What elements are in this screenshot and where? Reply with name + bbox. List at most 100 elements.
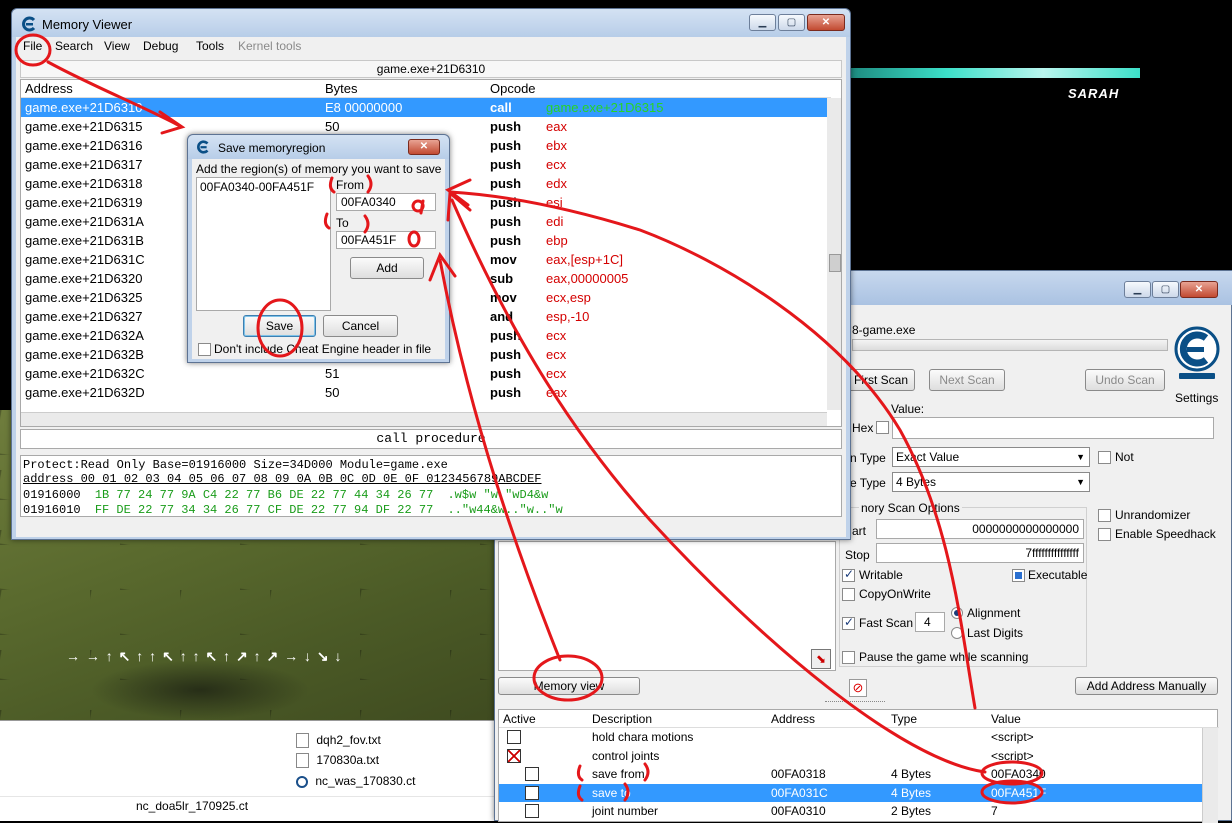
explorer-file-row[interactable]: 170830a.txt (296, 753, 379, 771)
hex-row[interactable]: 01916010 FF DE 22 77 34 34 26 77 CF DE 2… (23, 503, 563, 516)
stop-icon[interactable]: ⊘ (849, 679, 867, 697)
scan-type-label: n Type (850, 451, 886, 465)
disassembler-vscroll[interactable] (827, 98, 841, 410)
explorer-file-row[interactable]: nc_was_170830.ct (296, 774, 415, 792)
next-scan-button[interactable]: Next Scan (929, 369, 1005, 391)
add-address-manually-button[interactable]: Add Address Manually (1075, 677, 1218, 695)
alignment-radio[interactable] (951, 607, 963, 619)
col-address[interactable]: Address (25, 80, 73, 98)
last-digits-radio[interactable] (951, 627, 963, 639)
value-label: Value: (891, 402, 925, 416)
address-table-row[interactable]: save to 00FA031C 4 Bytes 00FA451F (499, 783, 1202, 802)
col-description[interactable]: Description (592, 710, 652, 728)
mv-minimize-button[interactable]: ▁ (749, 14, 776, 31)
not-label: Not (1115, 450, 1134, 464)
to-input[interactable]: 00FA451F (336, 231, 436, 249)
from-input[interactable]: 00FA0340 (336, 193, 436, 211)
fast-scan-checkbox[interactable] (842, 615, 855, 630)
dialog-instruction: Add the region(s) of memory you want to … (196, 162, 442, 176)
row-operand: ebp (546, 233, 568, 248)
region-list-item[interactable]: 00FA0340-00FA451F (200, 180, 314, 194)
mv-close-button[interactable]: ✕ (807, 14, 845, 31)
mv-maximize-button[interactable]: ▢ (778, 14, 805, 31)
active-checkbox[interactable] (507, 730, 521, 744)
address-table-row[interactable]: hold chara motions <script> (499, 728, 1202, 746)
cheat-engine-logo-icon[interactable] (1173, 321, 1221, 387)
address-table-row[interactable]: joint number 00FA0310 2 Bytes 7 (499, 802, 1202, 820)
start-address-input[interactable]: 0000000000000000 (876, 519, 1084, 539)
dialog-title: Save memoryregion (218, 141, 326, 155)
row-operand: edx (546, 176, 567, 191)
undo-scan-button[interactable]: Undo Scan (1085, 369, 1165, 391)
menu-debug[interactable]: Debug (143, 39, 178, 53)
menu-tools[interactable]: Tools (196, 39, 224, 53)
executable-checkbox[interactable] (1012, 569, 1025, 582)
col-active[interactable]: Active (503, 710, 536, 728)
region-list[interactable]: 00FA0340-00FA451F (196, 177, 331, 311)
scroll-thumb[interactable] (829, 254, 841, 272)
row-address: 00FA0310 (771, 804, 826, 818)
active-checkbox[interactable] (525, 804, 539, 818)
splitter[interactable] (825, 701, 885, 705)
menu-kernel-tools[interactable]: Kernel tools (238, 39, 301, 53)
address-table-row[interactable]: save from 00FA0318 4 Bytes 00FA0340 (499, 765, 1202, 783)
value-input[interactable] (892, 417, 1214, 439)
not-checkbox[interactable] (1098, 451, 1111, 464)
first-scan-button[interactable]: First Scan (847, 369, 915, 391)
ce-maximize-button[interactable]: ▢ (1152, 281, 1179, 298)
col-bytes[interactable]: Bytes (325, 80, 358, 98)
ce-settings-link[interactable]: Settings (1175, 391, 1218, 405)
hex-checkbox[interactable] (876, 421, 889, 434)
active-checkbox[interactable] (525, 767, 539, 781)
location-bar: game.exe+21D6310 (20, 60, 842, 78)
active-checkbox[interactable] (525, 785, 539, 800)
row-address: game.exe+21D6317 (25, 157, 143, 172)
dialog-close-button[interactable]: ✕ (408, 139, 440, 155)
explorer-file-name: dqh2_fov.txt (316, 733, 381, 747)
add-to-list-arrow-icon[interactable]: ⬊ (811, 649, 831, 669)
row-opcode: push (490, 347, 522, 362)
memory-scan-options-label: nory Scan Options (859, 501, 962, 515)
row-address: game.exe+21D632A (25, 328, 144, 343)
menu-search[interactable]: Search (55, 39, 93, 53)
col-value[interactable]: Value (991, 710, 1021, 728)
active-checkbox[interactable] (507, 748, 521, 763)
address-table-scrollbar[interactable] (1202, 728, 1218, 823)
cancel-button[interactable]: Cancel (323, 315, 398, 337)
disassembler-hscroll[interactable] (21, 412, 827, 426)
row-address: game.exe+21D6316 (25, 138, 143, 153)
hex-info-line: Protect:Read Only Base=01916000 Size=34D… (23, 458, 448, 472)
player-shadow (90, 660, 310, 720)
address-table-row[interactable]: control joints <script> (499, 747, 1202, 765)
exclude-header-checkbox[interactable] (198, 343, 211, 356)
add-button[interactable]: Add (350, 257, 424, 279)
disassembler-row[interactable]: game.exe+21D6310 E8 00000000 call game.exe+… (21, 98, 827, 117)
speedhack-checkbox[interactable] (1098, 528, 1111, 541)
copyonwrite-checkbox[interactable] (842, 588, 855, 601)
ce-minimize-button[interactable]: ▁ (1124, 281, 1151, 298)
stop-address-input[interactable]: 7fffffffffffffff (876, 543, 1084, 563)
disassembler-row[interactable]: game.exe+21D632D 50 push eax (21, 383, 827, 402)
menu-file[interactable]: File (23, 39, 42, 53)
explorer-file-row[interactable]: dqh2_fov.txt (296, 733, 381, 751)
row-description: control joints (592, 748, 660, 763)
save-button[interactable]: Save (243, 315, 316, 337)
hex-view: Protect:Read Only Base=01916000 Size=34D… (20, 455, 842, 517)
col-opcode[interactable]: Opcode (490, 80, 536, 98)
unrandomizer-checkbox[interactable] (1098, 509, 1111, 522)
col-address[interactable]: Address (771, 710, 815, 728)
explorer-selected-file[interactable]: nc_doa5lr_170925.ct (136, 799, 248, 813)
hex-row[interactable]: 01916000 1B 77 24 77 9A C4 22 77 B6 DE 2… (23, 488, 548, 502)
value-type-select[interactable]: 4 Bytes ▼ (892, 472, 1090, 492)
dialog-body: Add the region(s) of memory you want to … (192, 159, 445, 359)
memory-view-button[interactable]: Memory view (498, 677, 640, 695)
col-type[interactable]: Type (891, 710, 917, 728)
disassembler-row[interactable]: game.exe+21D632C 51 push ecx (21, 364, 827, 383)
menu-view[interactable]: View (104, 39, 130, 53)
pause-checkbox[interactable] (842, 651, 855, 664)
fast-scan-input[interactable]: 4 (915, 612, 945, 632)
writable-checkbox[interactable] (842, 567, 855, 582)
from-label: From (336, 178, 364, 192)
ce-close-button[interactable]: ✕ (1180, 281, 1218, 298)
scan-type-select[interactable]: Exact Value ▼ (892, 447, 1090, 467)
